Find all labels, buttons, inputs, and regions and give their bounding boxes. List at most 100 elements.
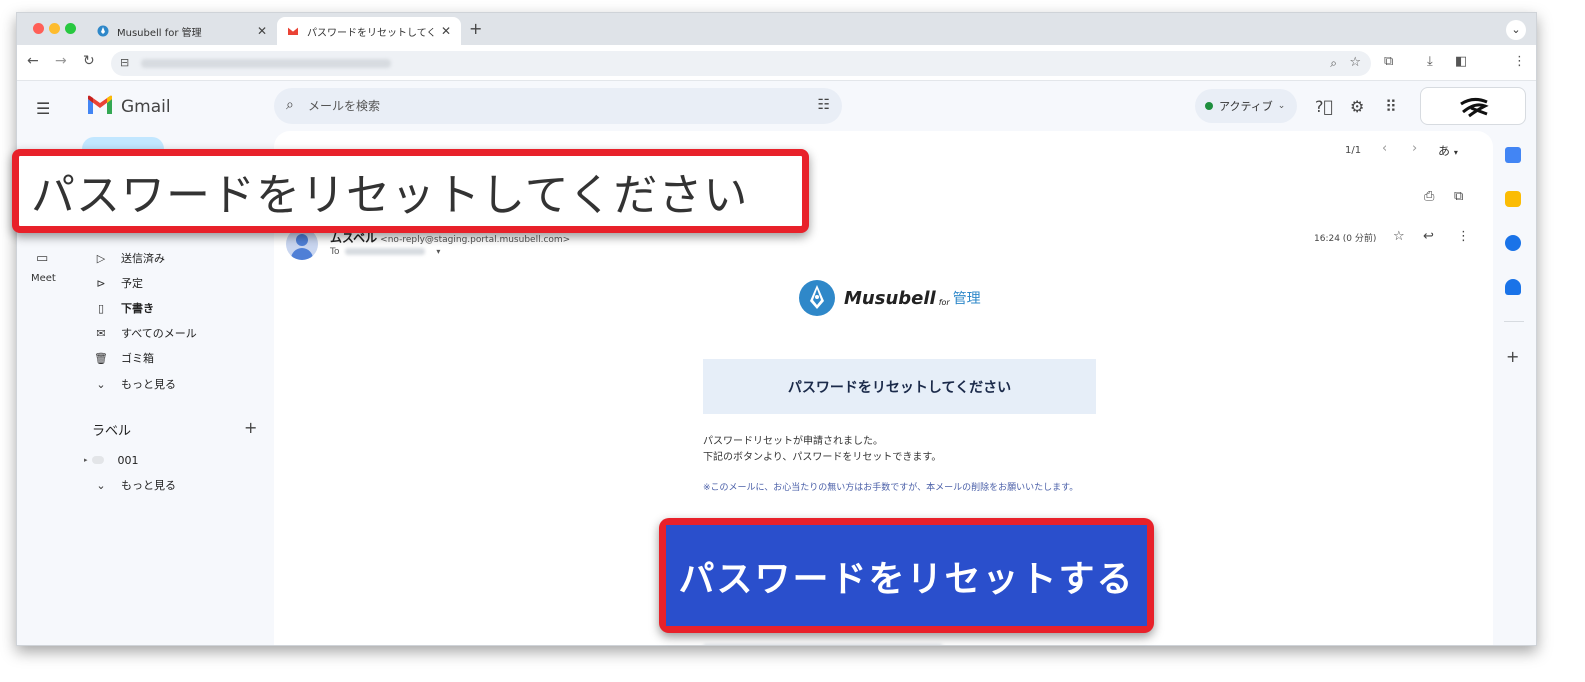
reload-icon[interactable]: ↻ bbox=[83, 53, 95, 69]
minimize-window-button[interactable] bbox=[49, 23, 60, 34]
main-menu-icon[interactable]: ☰ bbox=[36, 99, 50, 118]
label-name: もっと見る bbox=[121, 479, 176, 492]
sender-name: ムスベル bbox=[330, 231, 378, 245]
more-options-icon[interactable]: ⋮ bbox=[1457, 229, 1470, 244]
apps-grid-icon[interactable]: ⠿ bbox=[1385, 97, 1397, 116]
search-input[interactable] bbox=[308, 96, 788, 116]
musubell-brand: Musubell for 管理 bbox=[798, 278, 981, 318]
meet-video-icon[interactable]: ▭ bbox=[36, 251, 48, 266]
forward-icon[interactable]: → bbox=[55, 53, 67, 69]
download-icon[interactable]: ⤓ bbox=[1427, 54, 1433, 69]
star-icon[interactable]: ☆ bbox=[1393, 229, 1405, 244]
search-icon[interactable]: ⌕ bbox=[286, 97, 294, 113]
site-info-icon[interactable]: ⊟ bbox=[120, 56, 129, 69]
back-icon[interactable]: ← bbox=[27, 53, 39, 69]
tab-password-reset[interactable]: パスワードをリセットしてくださ ✕ bbox=[277, 17, 461, 45]
add-label-icon[interactable]: + bbox=[244, 418, 257, 437]
language-button[interactable]: あ ▾ bbox=[1438, 142, 1458, 159]
next-page-icon[interactable]: › bbox=[1412, 141, 1417, 156]
sidebar-item-trash[interactable]: 🗑 ゴミ箱 bbox=[94, 348, 154, 368]
keep-icon[interactable] bbox=[1505, 191, 1521, 207]
print-icon[interactable]: ⎙ bbox=[1424, 189, 1434, 204]
new-tab-icon[interactable]: + bbox=[469, 19, 482, 38]
close-tab-icon[interactable]: ✕ bbox=[441, 24, 451, 38]
label-item-001[interactable]: ▸ 001 bbox=[84, 450, 139, 470]
close-window-button[interactable] bbox=[33, 23, 44, 34]
contacts-icon[interactable] bbox=[1505, 279, 1521, 295]
label-color-chip bbox=[91, 456, 104, 464]
caret-down-icon: ▾ bbox=[1453, 148, 1458, 157]
zoom-window-button[interactable] bbox=[65, 23, 76, 34]
pager-count: 1/1 bbox=[1345, 145, 1362, 156]
address-bar[interactable]: ⊟ ⌕ ☆ bbox=[111, 51, 1371, 76]
footer-blurred-text bbox=[703, 644, 943, 645]
sidebar-item-label: 下書き bbox=[121, 302, 154, 315]
calendar-icon[interactable] bbox=[1505, 147, 1521, 163]
details-caret-icon[interactable]: ▾ bbox=[436, 247, 440, 256]
sidebar-item-all-mail[interactable]: ✉ すべてのメール bbox=[94, 323, 197, 343]
label-name: 001 bbox=[117, 453, 139, 467]
right-side-panel: + bbox=[1492, 81, 1536, 645]
to-label: To bbox=[330, 247, 340, 257]
extensions-icon[interactable]: ⧉ bbox=[1384, 54, 1393, 69]
bookmark-star-icon[interactable]: ☆ bbox=[1349, 55, 1361, 70]
labels-header: ラベル bbox=[92, 424, 132, 439]
prev-page-icon[interactable]: ‹ bbox=[1382, 141, 1387, 156]
sidebar-item-label: もっと見る bbox=[121, 378, 176, 391]
language-label: あ bbox=[1438, 144, 1451, 158]
send-icon: ▷ bbox=[96, 251, 106, 265]
account-logo-icon bbox=[1460, 97, 1489, 118]
body-line-1: パスワードリセットが申請されました。 bbox=[703, 436, 883, 447]
email-title-box: パスワードをリセットしてください bbox=[703, 359, 1096, 414]
chevron-down-icon: ⌄ bbox=[96, 377, 106, 391]
sidebar-item-more[interactable]: ⌄ もっと見る bbox=[94, 374, 176, 394]
tab-title: Musubell for 管理 bbox=[117, 27, 202, 39]
brand-for: for bbox=[938, 297, 950, 307]
body-line-2: 下記のボタンより、パスワードをリセットできます。 bbox=[703, 452, 942, 463]
label-item-more[interactable]: ⌄ もっと見る bbox=[94, 475, 176, 495]
brand-kanri: 管理 bbox=[952, 291, 981, 307]
musubell-favicon-icon bbox=[97, 25, 109, 37]
recipient-row[interactable]: To ▾ bbox=[330, 247, 440, 257]
reset-password-button[interactable]: パスワードをリセットする bbox=[666, 525, 1147, 626]
help-icon[interactable]: ?⃝ bbox=[1315, 97, 1333, 116]
url-blurred bbox=[141, 59, 391, 68]
divider bbox=[1504, 321, 1524, 322]
tab-strip: Musubell for 管理 ✕ パスワードをリセットしてくださ ✕ + ⌄ bbox=[17, 13, 1536, 45]
scheduled-icon: ⊳ bbox=[96, 276, 106, 290]
status-dot bbox=[1205, 102, 1213, 110]
callout-reset-button-frame: パスワードをリセットする bbox=[659, 518, 1154, 633]
close-tab-icon[interactable]: ✕ bbox=[257, 24, 267, 38]
open-new-window-icon[interactable]: ⧉ bbox=[1454, 189, 1463, 204]
tasks-icon[interactable] bbox=[1505, 235, 1521, 251]
side-panel-icon[interactable]: ◧ bbox=[1455, 54, 1467, 69]
draft-icon: ▯ bbox=[97, 301, 105, 315]
add-addon-icon[interactable]: + bbox=[1506, 347, 1519, 366]
musubell-logo-icon bbox=[799, 280, 835, 316]
gear-icon[interactable]: ⚙ bbox=[1350, 97, 1364, 116]
tab-musubell[interactable]: Musubell for 管理 ✕ bbox=[87, 17, 277, 45]
zoom-icon[interactable]: ⌕ bbox=[1330, 56, 1337, 71]
trash-icon: 🗑 bbox=[94, 351, 108, 365]
expand-arrow-icon[interactable]: ▸ bbox=[84, 456, 88, 464]
reply-icon[interactable]: ↩ bbox=[1423, 229, 1434, 244]
gmail-favicon-icon bbox=[287, 26, 299, 35]
status-button[interactable]: アクティブ ⌄ bbox=[1195, 89, 1297, 123]
sidebar-item-scheduled[interactable]: ⊳ 予定 bbox=[94, 273, 143, 293]
chevron-down-icon: ⌄ bbox=[96, 478, 106, 492]
message-time: 16:24 (0 分前) bbox=[1314, 234, 1377, 244]
browser-menu-icon[interactable]: ⋮ bbox=[1513, 54, 1526, 69]
chevron-down-icon: ⌄ bbox=[1277, 101, 1286, 111]
sidebar-item-label: すべてのメール bbox=[121, 327, 197, 340]
browser-toolbar: ← → ↻ ⊟ ⌕ ☆ ⧉ ⤓ ◧ ⋮ bbox=[17, 45, 1536, 81]
sidebar-item-label: 送信済み bbox=[121, 252, 165, 265]
tab-search-chevron-icon[interactable]: ⌄ bbox=[1506, 20, 1526, 40]
sidebar-item-sent[interactable]: ▷ 送信済み bbox=[94, 248, 165, 268]
meet-label: Meet bbox=[31, 273, 56, 284]
search-bar: ⌕ ☷ bbox=[274, 88, 842, 124]
search-options-icon[interactable]: ☷ bbox=[817, 97, 830, 113]
sidebar-item-label: ゴミ箱 bbox=[121, 352, 154, 365]
sidebar-item-drafts[interactable]: ▯ 下書き bbox=[94, 298, 154, 318]
tab-title: パスワードをリセットしてくださ bbox=[307, 27, 435, 39]
brand-name: Musubell bbox=[844, 287, 936, 309]
